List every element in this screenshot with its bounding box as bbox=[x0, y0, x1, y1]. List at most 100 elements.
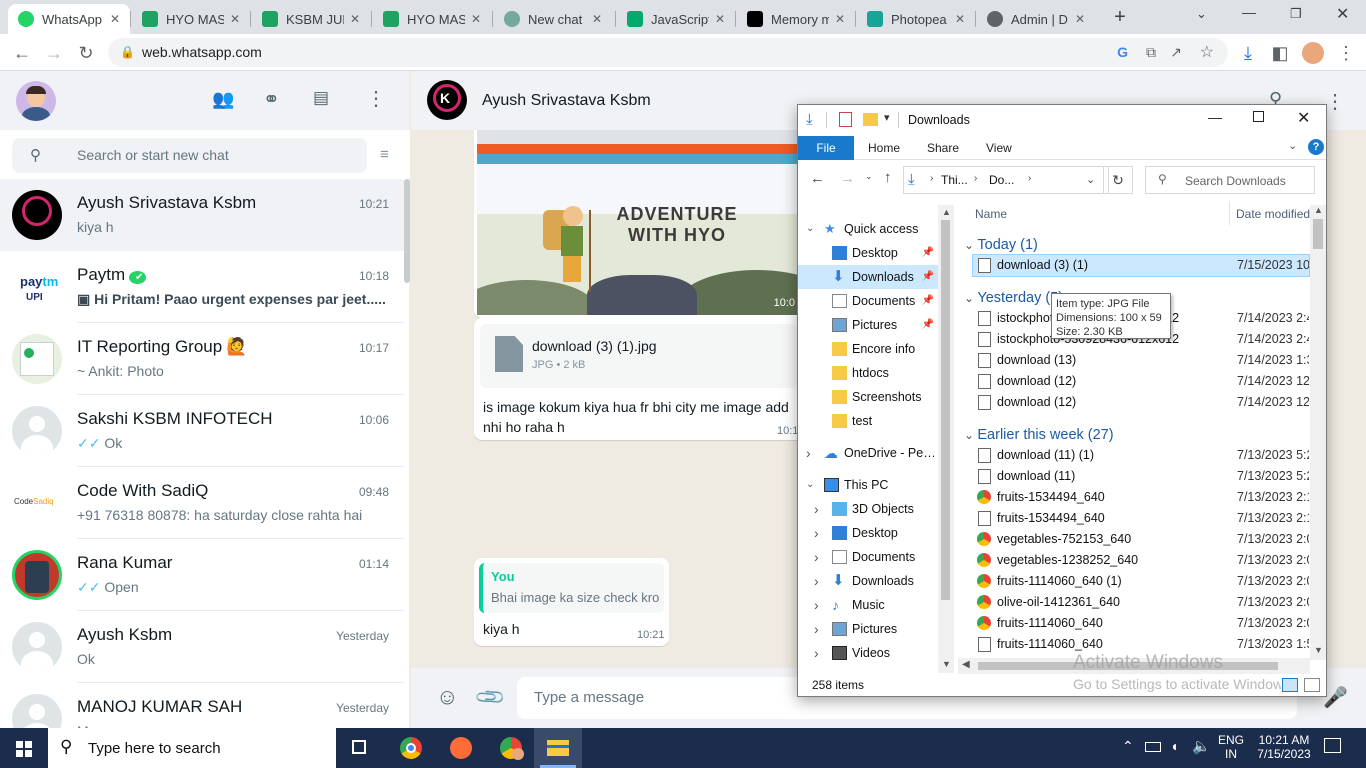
tab-close-icon[interactable]: ✕ bbox=[715, 12, 725, 26]
refresh-icon[interactable]: ↻ bbox=[1103, 166, 1133, 194]
chrome-profile-taskbar-icon[interactable] bbox=[486, 728, 534, 768]
communities-icon[interactable]: 👥 bbox=[212, 89, 234, 110]
breadcrumb-this-pc[interactable]: Thi... bbox=[941, 173, 968, 187]
chat-item[interactable]: MANOJ KUMAR SAHYesterdayM... bbox=[0, 683, 404, 728]
customize-toolbar-icon[interactable]: ▾ bbox=[884, 111, 890, 124]
attach-icon[interactable]: 📎 bbox=[473, 680, 508, 715]
tab-2[interactable]: KSBM JULY ✕ bbox=[252, 4, 370, 34]
file-row[interactable]: download (3) (1) 7/15/2023 10:2 bbox=[972, 254, 1310, 277]
taskbar-search[interactable]: ⚲ Type here to search bbox=[48, 728, 336, 768]
up-level-icon[interactable]: ↑ bbox=[884, 169, 892, 186]
menu-icon[interactable]: ⋮ bbox=[366, 86, 386, 111]
file-group-header[interactable]: ⌄ Yesterday (5) bbox=[964, 286, 1063, 310]
emoji-icon[interactable]: ☺ bbox=[436, 684, 458, 710]
file-row[interactable]: fruits-1114060_640 (1) 7/13/2023 2:08 bbox=[973, 571, 1309, 592]
file-row[interactable]: download (11) (1) 7/13/2023 5:21 bbox=[973, 445, 1309, 466]
file-row[interactable]: download (12) 7/14/2023 12:5 bbox=[973, 371, 1309, 392]
explorer-minimize-button[interactable]: — bbox=[1208, 109, 1222, 125]
notification-icon[interactable] bbox=[1324, 738, 1341, 753]
ribbon-expand-icon[interactable]: ⌄ bbox=[1288, 139, 1297, 152]
address-dropdown-icon[interactable]: ⌄ bbox=[1086, 173, 1095, 186]
column-name[interactable]: Name bbox=[975, 207, 1007, 221]
tab-close-icon[interactable]: ✕ bbox=[230, 12, 240, 26]
explorer-back-icon[interactable]: ← bbox=[810, 170, 825, 187]
explorer-close-button[interactable]: ✕ bbox=[1297, 108, 1310, 128]
image-preview[interactable]: ADVENTURE WITH HYO 10:0 bbox=[477, 130, 801, 315]
back-button[interactable]: ← bbox=[10, 41, 34, 65]
start-button[interactable] bbox=[0, 728, 48, 768]
tab-close-icon[interactable]: ✕ bbox=[835, 12, 845, 26]
task-view-icon[interactable] bbox=[336, 728, 384, 768]
quoted-message[interactable]: You Bhai image ka size check kro bbox=[479, 563, 664, 613]
chat-item[interactable]: Rana Kumar 01:14 ✓✓ Open bbox=[0, 539, 404, 611]
ribbon-tab-view[interactable]: View bbox=[986, 136, 1012, 160]
file-row[interactable]: fruits-1534494_640 7/13/2023 2:18 bbox=[973, 508, 1309, 529]
tray-chevron-icon[interactable]: ⌃ bbox=[1122, 738, 1134, 755]
install-app-icon[interactable]: ⧉ bbox=[1146, 38, 1156, 67]
clock[interactable]: 10:21 AM 7/15/2023 bbox=[1252, 733, 1316, 761]
battery-icon[interactable] bbox=[1145, 742, 1161, 752]
tab-8[interactable]: Admin | D ✕ bbox=[977, 4, 1095, 34]
help-icon[interactable]: ? bbox=[1308, 139, 1324, 155]
large-icons-view-icon[interactable] bbox=[1304, 678, 1320, 692]
minimize-button[interactable]: — bbox=[1242, 4, 1256, 20]
chat-item[interactable]: CodeSadiq Code With SadiQ 09:48 +91 76318 8… bbox=[0, 467, 404, 539]
explorer-address-bar[interactable]: ⤓ › Thi... › Do... › ⌄ bbox=[903, 166, 1109, 194]
file-group-header[interactable]: ⌄ Earlier this week (27) bbox=[964, 423, 1114, 447]
tab-5[interactable]: JavaScript ✕ bbox=[617, 4, 735, 34]
search-input[interactable]: ⚲ Search or start new chat bbox=[12, 138, 367, 173]
file-explorer-taskbar-icon[interactable] bbox=[534, 728, 582, 768]
my-avatar[interactable] bbox=[16, 81, 56, 121]
chat-item[interactable]: Sakshi KSBM INFOTECH 10:06 ✓✓ Ok bbox=[0, 395, 404, 467]
breadcrumb-downloads[interactable]: Do... bbox=[989, 173, 1014, 187]
chat-list-scrollbar[interactable] bbox=[404, 179, 410, 283]
file-row[interactable]: vegetables-1238252_640 7/13/2023 2:08 bbox=[973, 550, 1309, 571]
tab-7[interactable]: Photopea ✕ bbox=[857, 4, 975, 34]
share-icon[interactable]: ↗ bbox=[1170, 38, 1182, 67]
file-row[interactable]: download (12) 7/14/2023 12:5 bbox=[973, 392, 1309, 413]
file-row[interactable]: vegetables-752153_640 7/13/2023 2:09 bbox=[973, 529, 1309, 550]
tab-close-icon[interactable]: ✕ bbox=[1075, 12, 1085, 26]
file-row[interactable]: fruits-1534494_640 7/13/2023 2:19 bbox=[973, 487, 1309, 508]
chrome-menu-icon[interactable]: ⋮ bbox=[1334, 41, 1358, 65]
tab-0[interactable]: WhatsApp ✕ bbox=[8, 4, 130, 34]
group-collapse-icon[interactable]: ⌄ bbox=[964, 428, 977, 442]
tab-close-icon[interactable]: ✕ bbox=[350, 12, 360, 26]
chat-item[interactable]: Ayush Ksbm Yesterday Ok bbox=[0, 611, 404, 683]
explorer-search-input[interactable]: ⚲ Search Downloads bbox=[1145, 166, 1315, 194]
group-collapse-icon[interactable]: ⌄ bbox=[964, 238, 977, 252]
contact-avatar[interactable]: K bbox=[427, 80, 467, 120]
file-message[interactable]: download (3) (1).jpg JPG • 2 kB is image… bbox=[474, 318, 804, 440]
tab-1[interactable]: HYO MAST ✕ bbox=[132, 4, 250, 34]
explorer-title-bar[interactable]: ⤓ ▾ Downloads — ✕ bbox=[798, 105, 1326, 135]
group-collapse-icon[interactable]: ⌄ bbox=[964, 291, 977, 305]
chat-item[interactable]: paytm UPI Paytm ✔ 10:18 ▣ Hi Pritam! Paao ur… bbox=[0, 251, 404, 323]
file-group-header[interactable]: ⌄ Today (1) bbox=[964, 233, 1038, 257]
forward-button[interactable]: → bbox=[42, 41, 66, 65]
address-bar[interactable]: 🔒 web.whatsapp.com G ⧉ ↗ ☆ bbox=[108, 38, 1228, 67]
new-tab-button[interactable]: + bbox=[1108, 5, 1132, 29]
tab-close-icon[interactable]: ✕ bbox=[110, 12, 120, 26]
chrome-taskbar-icon[interactable] bbox=[386, 728, 434, 768]
chat-item[interactable]: Ayush Srivastava Ksbm 10:21 kiya h bbox=[0, 179, 404, 251]
ribbon-tab-file[interactable]: File bbox=[798, 136, 854, 160]
downloads-icon[interactable]: ⤓ bbox=[1236, 41, 1260, 65]
file-row[interactable]: download (13) 7/14/2023 1:37 bbox=[973, 350, 1309, 371]
bookmark-star-icon[interactable]: ☆ bbox=[1200, 38, 1214, 67]
file-list-scrollbar[interactable]: ▲ ▼ bbox=[1310, 205, 1326, 660]
new-folder-icon[interactable] bbox=[863, 113, 878, 126]
file-row[interactable]: fruits-1114060_640 7/13/2023 2:00 bbox=[973, 613, 1309, 634]
reply-message[interactable]: You Bhai image ka size check kro kiya h … bbox=[474, 558, 669, 646]
new-chat-icon[interactable]: ▤ bbox=[313, 88, 329, 108]
file-row[interactable]: download (11) 7/13/2023 5:21 bbox=[973, 466, 1309, 487]
conversation-menu-icon[interactable]: ⋮ bbox=[1325, 89, 1345, 114]
tab-close-icon[interactable]: ✕ bbox=[592, 12, 602, 26]
ribbon-tab-home[interactable]: Home bbox=[868, 136, 900, 160]
tab-3[interactable]: HYO MAST ✕ bbox=[373, 4, 491, 34]
close-window-button[interactable]: ✕ bbox=[1336, 4, 1349, 24]
tab-close-icon[interactable]: ✕ bbox=[955, 12, 965, 26]
tab-6[interactable]: Memory m ✕ bbox=[737, 4, 855, 34]
side-panel-icon[interactable]: ◧ bbox=[1268, 41, 1292, 65]
file-row[interactable]: olive-oil-1412361_640 7/13/2023 2:00 bbox=[973, 592, 1309, 613]
tab-4[interactable]: New chat ✕ bbox=[494, 4, 612, 34]
